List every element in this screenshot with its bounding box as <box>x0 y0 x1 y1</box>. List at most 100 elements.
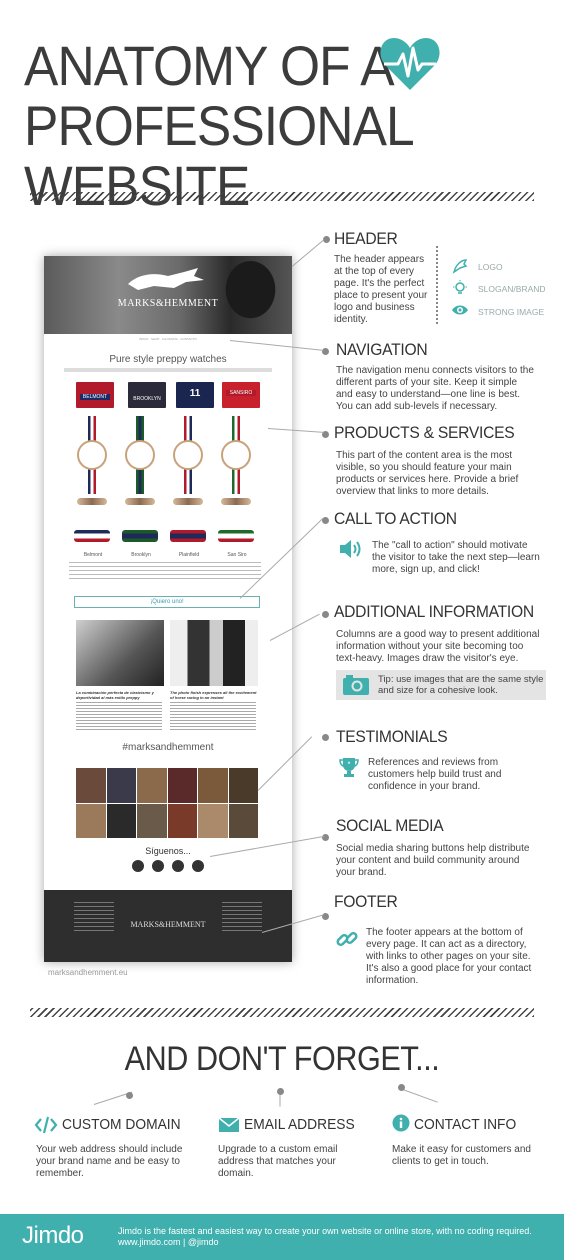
mock-photo-race <box>170 620 258 686</box>
trophy-icon <box>338 756 360 778</box>
section-header-heading: HEADER <box>334 229 398 248</box>
mock-watch <box>221 440 251 470</box>
email-address-text: Upgrade to a custom email address that m… <box>218 1144 338 1179</box>
mock-tile-label: SANSIRO <box>226 390 256 396</box>
mock-product-name: Brooklyn <box>131 552 151 558</box>
mock-cta-button[interactable]: ¡Quiero uno! <box>74 596 260 608</box>
eye-icon <box>451 303 469 317</box>
mock-brand-name: MARKS&HEMMENT <box>117 298 219 309</box>
connector-line <box>399 1088 438 1103</box>
mock-headline: Pure style preppy watches <box>109 354 227 365</box>
logo-icon <box>452 258 468 274</box>
mock-product-text <box>165 562 213 580</box>
info-icon <box>392 1114 410 1132</box>
speaker-icon <box>338 538 362 560</box>
connector-dot <box>398 1084 405 1091</box>
mock-horse-image <box>212 260 282 334</box>
mock-tile-label: BELMONT <box>80 394 110 400</box>
tip-text: Tip: use images that are the same style … <box>378 674 544 696</box>
mock-product-name: San Siro <box>227 552 247 558</box>
section-social-text: Social media sharing buttons help distri… <box>336 843 530 878</box>
mock-tile-label: BROOKLYN <box>133 396 161 402</box>
email-address-heading: EMAIL ADDRESS <box>244 1116 355 1133</box>
footer-tagline: Jimdo is the fastest and easiest way to … <box>118 1226 532 1236</box>
mock-buckle <box>221 498 251 505</box>
contact-info-text: Make it easy for customers and clients t… <box>392 1144 531 1167</box>
mock-tile: BROOKLYN <box>128 382 166 408</box>
mock-photo-polo <box>76 620 164 686</box>
mock-twitter-icon[interactable] <box>152 860 164 872</box>
code-icon <box>34 1116 58 1134</box>
mock-product-text <box>69 562 117 580</box>
mock-paragraph <box>76 702 162 732</box>
camera-icon <box>342 674 370 696</box>
mock-band <box>74 530 110 542</box>
section-products-heading: PRODUCTS & SERVICES <box>334 423 515 442</box>
mock-buckle <box>125 498 155 505</box>
mock-logo-icon <box>124 266 208 294</box>
mock-watch <box>173 440 203 470</box>
section-social-heading: SOCIAL MEDIA <box>336 816 444 835</box>
mock-paragraph <box>170 702 256 732</box>
connector-dot <box>322 734 329 741</box>
mock-product-name: Plainfield <box>178 552 200 558</box>
footer-bar-text: Jimdo is the fastest and easiest way to … <box>118 1226 558 1248</box>
section-testimonials-heading: TESTIMONIALS <box>336 727 448 746</box>
connector-dot <box>277 1088 284 1095</box>
section-products-text: This part of the content area is the mos… <box>336 450 519 497</box>
mock-hashtag: #marksandhemment <box>122 742 214 753</box>
mock-footer-brand: MARKS&HEMMENT <box>130 920 206 929</box>
custom-domain-heading: CUSTOM DOMAIN <box>62 1116 181 1133</box>
legend-strong-image: STRONG IMAGE <box>478 307 545 317</box>
connector-dot <box>322 611 329 618</box>
link-icon <box>336 928 358 950</box>
header-legend-divider <box>436 246 438 324</box>
mock-band <box>170 530 206 542</box>
connector-dot <box>126 1092 133 1099</box>
mock-photo-grid <box>76 768 258 838</box>
mock-caption-left: La combinación perfecta de clasicismo y … <box>76 690 154 700</box>
section-navigation-text: The navigation menu connects visitors to… <box>336 365 534 412</box>
mock-product-text <box>117 562 165 580</box>
divider-bottom <box>30 1008 534 1017</box>
section-footer-heading: FOOTER <box>334 892 398 911</box>
mock-tile: SANSIRO <box>222 382 260 408</box>
mock-buckle <box>77 498 107 505</box>
mock-url: marksandhemment.eu <box>48 968 128 977</box>
mock-tile: 11 <box>176 382 214 408</box>
jimdo-logo[interactable]: Jimdo <box>22 1222 84 1250</box>
mock-tile: BELMONT <box>76 382 114 408</box>
contact-info-heading: CONTACT INFO <box>414 1116 517 1133</box>
section-testimonials-text: References and reviews from customers he… <box>368 757 502 792</box>
mock-facebook-icon[interactable] <box>132 860 144 872</box>
mock-instagram-icon[interactable] <box>192 860 204 872</box>
mock-subtitle <box>64 368 272 372</box>
section-additional-text: Columns are a good way to present additi… <box>336 629 540 664</box>
section-additional-heading: ADDITIONAL INFORMATION <box>334 602 534 621</box>
section-navigation-heading: NAVIGATION <box>336 340 428 359</box>
footer-links[interactable]: www.jimdo.com | @jimdo <box>118 1237 558 1248</box>
mock-hero-image: MARKS&HEMMENT <box>44 256 292 334</box>
legend-logo: LOGO <box>478 262 503 272</box>
dont-forget-heading: AND DON'T FORGET... <box>124 1040 440 1078</box>
mock-product-name: Belmont <box>83 552 103 558</box>
mock-pinterest-icon[interactable] <box>172 860 184 872</box>
mock-band <box>218 530 254 542</box>
divider-top <box>30 192 534 201</box>
mock-watch <box>77 440 107 470</box>
section-footer-text: The footer appears at the bottom of ever… <box>366 927 532 986</box>
connector-line <box>291 239 325 267</box>
mock-caption-right: The photo finish expresses all the excit… <box>170 690 257 700</box>
envelope-icon <box>218 1117 240 1133</box>
mock-footer: MARKS&HEMMENT <box>44 890 292 962</box>
section-cta-heading: CALL TO ACTION <box>334 509 457 528</box>
section-cta-text: The "call to action" should motivate the… <box>372 540 540 575</box>
website-mockup: MARKS&HEMMENT INICIO · SHOP · FILOSOFÍA … <box>44 256 292 962</box>
custom-domain-text: Your web address should include your bra… <box>36 1144 183 1179</box>
section-header-text: The header appears at the top of every p… <box>334 254 428 325</box>
mock-buckle <box>173 498 203 505</box>
legend-slogan: SLOGAN/BRAND <box>478 284 546 294</box>
mock-product-text <box>213 562 261 580</box>
mock-band <box>122 530 158 542</box>
mock-tile-label: 11 <box>189 388 201 399</box>
